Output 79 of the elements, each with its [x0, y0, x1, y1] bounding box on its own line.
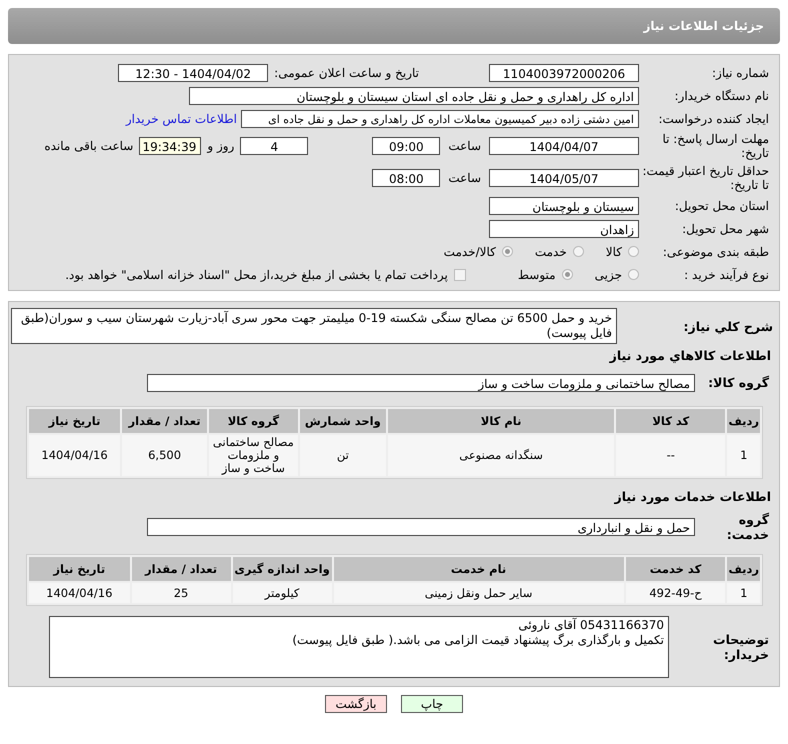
back-button[interactable]: بازگشت — [325, 695, 387, 713]
field-label: شرح کلي نياز: — [682, 318, 774, 334]
description-field: خرید و حمل 6500 تن مصالح سنگی شکسته 19-0 میلیمتر جهت محور سری آباد-زیارت شهرستان سیب و سوران(طبق فایل پیوست) — [11, 308, 617, 344]
table-cell: 1404/04/16 — [29, 435, 120, 476]
radio-button[interactable] — [628, 246, 639, 257]
field-label: گروه کالا: — [707, 375, 770, 390]
column-header: ردیف — [727, 409, 760, 433]
column-header: کد خدمت — [626, 557, 726, 581]
column-header: تعداد / مقدار — [132, 557, 231, 581]
field-label: تاریخ و ساعت اعلان عمومی: — [274, 66, 419, 80]
radio-button[interactable] — [502, 246, 513, 257]
column-header: تعداد / مقدار — [122, 409, 208, 433]
field-label: مهلت ارسال پاسخ: تا تاریخ: — [661, 132, 770, 160]
field-label: استان محل تحویل: — [674, 198, 770, 212]
radio-label: کالا — [606, 244, 622, 258]
field-label: توضیحات خریدار: — [712, 632, 770, 662]
field-label: روز و — [207, 139, 234, 153]
time-field: 08:00 — [372, 169, 440, 187]
remaining-time-field: 19:34:39 — [139, 137, 202, 155]
radio-button[interactable] — [628, 269, 639, 280]
checkbox-label: پرداخت تمام یا بخشی از مبلغ خرید،از محل "اسناد خزانه اسلامی" خواهد بود. — [65, 268, 448, 282]
table-cell: کیلومتر — [232, 583, 332, 603]
section-title: اطلاعات خدمات مورد نیاز — [613, 489, 772, 504]
announce-date-field: 1404/04/02 - 12:30 — [118, 64, 268, 82]
column-header: تاریخ نیاز — [29, 409, 120, 433]
field-label: ساعت — [448, 139, 481, 153]
radio-label: خدمت — [534, 244, 567, 258]
field-label: ایجاد کننده درخواست: — [657, 112, 770, 126]
radio-button[interactable] — [572, 246, 584, 257]
service-group-field: حمل و نقل و انبارداری — [147, 518, 695, 536]
column-header: ردیف — [727, 557, 760, 581]
table-cell: 1 — [727, 435, 760, 476]
column-header: کد کالا — [616, 409, 726, 433]
radio-button[interactable] — [562, 269, 573, 280]
days-field: 4 — [240, 137, 308, 155]
note-line: تکمیل و بارگذاری برگ پیشنهاد قیمت الزامی می باشد.( طبق فایل پیوست) — [291, 633, 664, 648]
table-cell: 1404/04/16 — [29, 583, 130, 603]
field-label: ساعت — [448, 171, 481, 185]
column-header: گروه کالا — [209, 409, 298, 433]
column-header: واحد اندازه گیری — [232, 557, 332, 581]
table-cell: مصالح ساختمانی و ملزومات ساخت و ساز — [209, 435, 298, 476]
column-header: تاریخ نیاز — [29, 557, 130, 581]
date-field: 1404/04/07 — [489, 137, 639, 155]
column-header: نام خدمت — [334, 557, 624, 581]
buyer-org-field: اداره کل راهداری و حمل و نقل جاده ای استان سیستان و بلوچستان — [189, 86, 639, 104]
note-line: 05431166370 آقای ناروئی — [517, 618, 664, 633]
need-number-field: 1104003972000206 — [489, 64, 639, 82]
field-label: نوع فرآیند خرید : — [683, 268, 770, 282]
field-label: طبقه بندی موضوعی: — [662, 244, 770, 258]
table-cell: 6,500 — [122, 435, 208, 476]
table-cell: سنگدانه مصنوعی — [388, 435, 614, 476]
field-label: حداقل تاریخ اعتبار قیمت: تا تاریخ: — [641, 164, 770, 192]
table-cell: تن — [300, 435, 386, 476]
date-field: 1404/05/07 — [489, 169, 639, 187]
field-label: شماره نیاز: — [711, 66, 770, 80]
field-label: شهر محل تحویل: — [681, 222, 770, 236]
table-cell: 25 — [132, 583, 231, 603]
goods-group-field: مصالح ساختمانی و ملزومات ساخت و ساز — [147, 374, 695, 392]
page-title: جزئیات اطلاعات نیاز — [643, 19, 764, 33]
column-header: واحد شمارش — [300, 409, 386, 433]
contact-link[interactable]: اطلاعات تماس خریدار — [126, 112, 237, 126]
column-header: نام کالا — [388, 409, 614, 433]
requester-field: امین دشتی زاده دبیر کمیسیون معاملات اداره کل راهداری و حمل و نقل جاده ای — [241, 110, 639, 128]
radio-label: جزیی — [594, 268, 622, 282]
field-label: ساعت باقی مانده — [44, 139, 134, 153]
field-label: نام دستگاه خریدار: — [674, 88, 770, 102]
province-field: سیستان و بلوچستان — [489, 196, 639, 214]
table-cell: سایر حمل ونقل زمینی — [334, 583, 624, 603]
city-field: زاهدان — [489, 220, 639, 238]
checkbox[interactable] — [454, 268, 466, 280]
print-button[interactable]: چاپ — [401, 695, 463, 713]
table-cell: ح-49-492 — [626, 583, 726, 603]
section-title: اطلاعات کالاهاي مورد نياز — [608, 348, 772, 363]
table-cell: 1 — [727, 583, 760, 603]
table-cell: -- — [616, 435, 726, 476]
time-field: 09:00 — [372, 137, 440, 155]
field-label: گروه خدمت: — [726, 512, 770, 542]
radio-label: متوسط — [518, 268, 556, 282]
radio-label: کالا/خدمت — [444, 244, 496, 258]
